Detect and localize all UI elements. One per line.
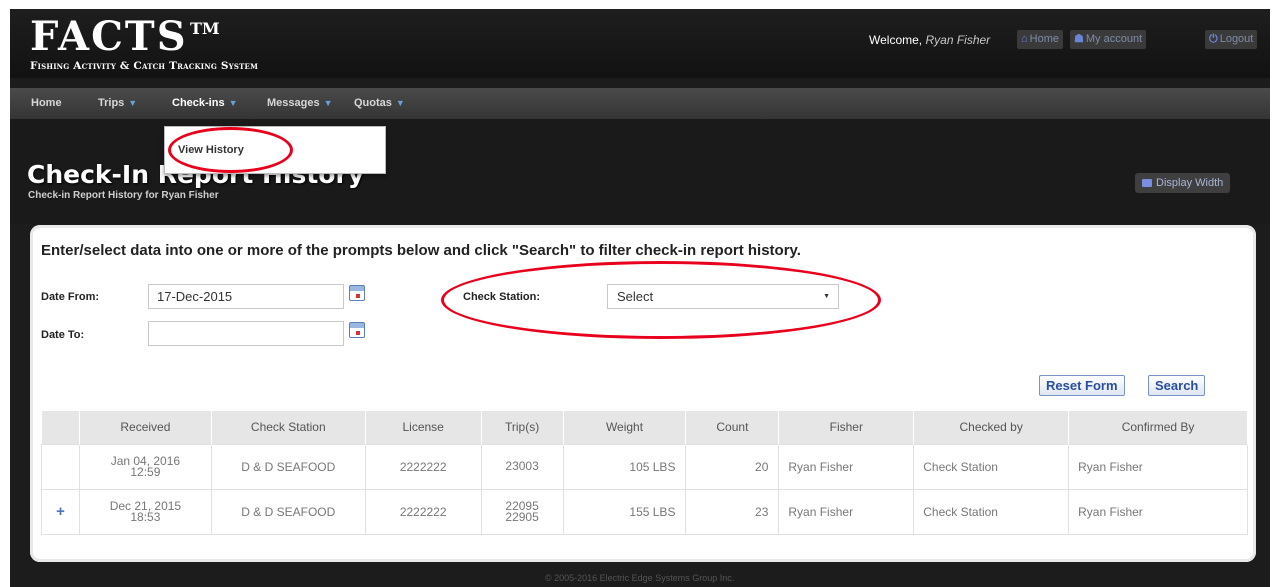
chevron-down-icon: ▼ — [823, 293, 830, 300]
chevron-down-icon: ▼ — [395, 98, 405, 108]
expand-plus-icon[interactable]: + — [56, 503, 65, 520]
chevron-down-icon: ▼ — [228, 98, 238, 108]
my-account-label: My account — [1085, 33, 1143, 45]
chevron-down-icon: ▼ — [128, 98, 138, 108]
nav-trips[interactable]: Trips ▼ — [98, 88, 137, 119]
welcome-label: Welcome, — [869, 33, 923, 47]
date-to-label: Date To: — [41, 329, 85, 341]
column-header-fisher[interactable]: Fisher — [778, 411, 915, 444]
header-home-button[interactable]: ⌂ Home — [1017, 30, 1063, 49]
check-station-select[interactable]: Select ▼ — [607, 284, 839, 309]
instructions-text: Enter/select data into one or more of th… — [41, 242, 801, 259]
nav-messages-label: Messages — [267, 97, 320, 109]
main-nav: Home Trips ▼ Check-ins ▼ Messages ▼ Quotas ▼ — [10, 88, 1270, 119]
app-window: FACTS TM Fishing Activity & Catch Tracki… — [10, 9, 1270, 587]
trip-number: 22905 — [505, 509, 539, 524]
fisher-cell: Ryan Fisher — [778, 443, 915, 490]
nav-trips-label: Trips — [98, 97, 125, 109]
weight-cell: 155 LBS — [562, 488, 687, 535]
search-button[interactable]: Search — [1148, 375, 1206, 396]
nav-messages[interactable]: Messages ▼ — [267, 88, 333, 119]
logo-text: FACTS — [30, 13, 188, 60]
home-icon: ⌂ — [1021, 33, 1028, 45]
trips-cell: 23003 — [480, 443, 564, 490]
fisher-cell: Ryan Fisher — [778, 488, 915, 535]
nav-quotas[interactable]: Quotas ▼ — [354, 88, 405, 119]
display-width-label: Display Width — [1156, 177, 1224, 189]
check-station-label: Check Station: — [463, 291, 541, 303]
column-header-confirmed-by[interactable]: Confirmed By — [1068, 411, 1248, 444]
user-name: Ryan Fisher — [925, 33, 991, 47]
confirmed-by-cell: Ryan Fisher — [1068, 443, 1248, 490]
check-station-cell: D & D SEAFOOD — [210, 443, 366, 490]
footer-copyright: © 2005-2016 Electric Edge Systems Group … — [545, 573, 735, 583]
column-header-trips[interactable]: Trip(s) — [481, 411, 564, 444]
column-header-expand — [41, 411, 80, 444]
check-station-cell: D & D SEAFOOD — [210, 488, 366, 535]
table-row[interactable]: Jan 04, 2016 12:59 D & D SEAFOOD 2222222… — [41, 443, 1248, 490]
site-header: FACTS TM Fishing Activity & Catch Tracki… — [10, 9, 1270, 78]
date-from-label: Date From: — [41, 291, 100, 303]
logo-subtitle: Fishing Activity & Catch Tracking System — [30, 60, 259, 72]
logo-trademark: TM — [190, 19, 220, 38]
license-cell: 2222222 — [364, 488, 482, 535]
trips-cell: 22095 22905 — [480, 488, 564, 535]
reset-form-button[interactable]: Reset Form — [1039, 375, 1125, 396]
display-width-button[interactable]: Display Width — [1135, 173, 1231, 193]
received-cell: Jan 04, 2016 12:59 — [78, 443, 212, 490]
expand-cell — [41, 443, 80, 490]
license-cell: 2222222 — [364, 443, 482, 490]
count-cell: 23 — [685, 488, 780, 535]
confirmed-by-cell: Ryan Fisher — [1068, 488, 1248, 535]
count-cell: 20 — [685, 443, 780, 490]
calendar-icon[interactable] — [349, 285, 365, 301]
column-header-license[interactable]: License — [365, 411, 482, 444]
expand-cell[interactable]: + — [41, 488, 80, 535]
nav-check-ins[interactable]: Check-ins ▼ — [172, 88, 238, 119]
check-in-history-table: Received Check Station License Trip(s) W… — [41, 411, 1248, 535]
my-account-button[interactable]: ☗ My account — [1070, 30, 1147, 49]
column-header-count[interactable]: Count — [685, 411, 780, 444]
filter-panel: Enter/select data into one or more of th… — [30, 225, 1256, 562]
received-time: 12:59 — [130, 464, 161, 479]
column-header-received[interactable]: Received — [79, 411, 212, 444]
nav-check-ins-label: Check-ins — [172, 97, 225, 109]
received-time: 18:53 — [130, 509, 161, 524]
table-header-row: Received Check Station License Trip(s) W… — [41, 411, 1248, 444]
facts-logo[interactable]: FACTS TM Fishing Activity & Catch Tracki… — [30, 13, 259, 73]
date-to-input[interactable] — [148, 321, 344, 346]
user-icon: ☗ — [1074, 33, 1084, 45]
table-row[interactable]: + Dec 21, 2015 18:53 D & D SEAFOOD 22222… — [41, 488, 1248, 535]
nav-home[interactable]: Home — [31, 88, 62, 119]
calendar-icon[interactable] — [349, 322, 365, 338]
power-icon: ⏻ — [1209, 33, 1218, 45]
check-ins-dropdown: View History — [164, 126, 386, 174]
column-header-check-station[interactable]: Check Station — [211, 411, 366, 444]
checked-by-cell: Check Station — [913, 443, 1070, 490]
page-subtitle: Check-in Report History for Ryan Fisher — [28, 190, 219, 201]
weight-cell: 105 LBS — [562, 443, 687, 490]
welcome-message: Welcome, Ryan Fisher — [869, 33, 990, 47]
trip-number: 23003 — [505, 459, 539, 473]
check-station-value: Select — [617, 289, 654, 304]
date-from-input[interactable] — [148, 284, 344, 309]
chevron-down-icon: ▼ — [323, 98, 333, 108]
logout-button[interactable]: ⏻ Logout — [1205, 30, 1258, 49]
menu-item-view-history[interactable]: View History — [178, 144, 244, 156]
received-cell: Dec 21, 2015 18:53 — [78, 488, 212, 535]
column-header-checked-by[interactable]: Checked by — [913, 411, 1070, 444]
checked-by-cell: Check Station — [913, 488, 1070, 535]
logout-label: Logout — [1219, 33, 1254, 45]
nav-quotas-label: Quotas — [354, 97, 392, 109]
column-header-weight[interactable]: Weight — [563, 411, 687, 444]
nav-home-label: Home — [31, 97, 62, 109]
monitor-icon — [1142, 179, 1152, 187]
header-home-label: Home — [1029, 33, 1059, 45]
